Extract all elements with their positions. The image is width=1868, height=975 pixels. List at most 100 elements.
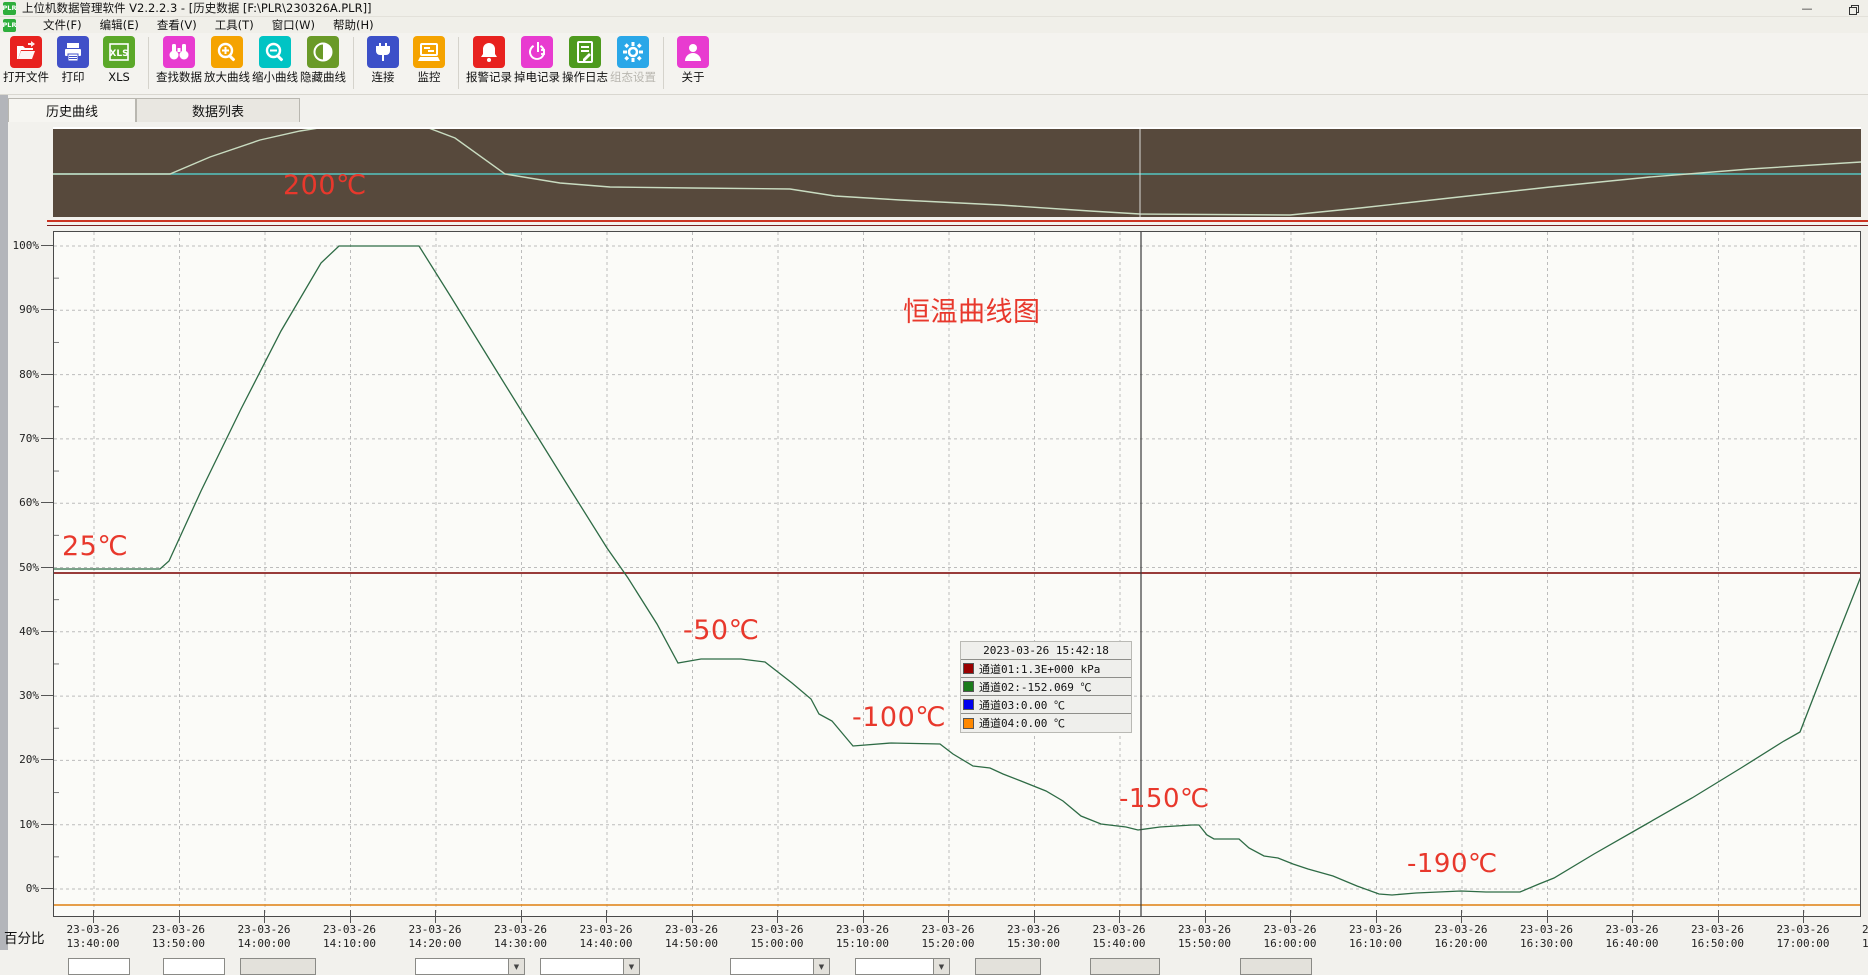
- y-tick-mark: [41, 309, 53, 310]
- toolbar-separator: [458, 37, 459, 89]
- channel-value-text: 通道04:0.00 ℃: [979, 715, 1065, 731]
- x-tick-label: 23-03-2614:30:00: [478, 923, 564, 951]
- left-border-strip: [0, 95, 8, 975]
- bottom-widget-button-9[interactable]: [1240, 958, 1312, 975]
- x-tick-label: 23-03-2615:00:00: [734, 923, 820, 951]
- chart-annotation-0: 200℃: [283, 170, 367, 201]
- printer-icon: [57, 36, 89, 68]
- x-tick-mark: [1718, 910, 1719, 923]
- x-tick-label: 23-03-2615:50:00: [1162, 923, 1248, 951]
- zoom-out-icon: [259, 36, 291, 68]
- tooltip-channel-row: 通道01:1.3E+000 kPa: [961, 660, 1131, 678]
- bottom-widget-combo-3[interactable]: ▼: [415, 958, 525, 975]
- x-tick-mark: [1547, 910, 1548, 923]
- bottom-widget-combo-4[interactable]: ▼: [540, 958, 640, 975]
- menu-item-1[interactable]: 编辑(E): [91, 17, 148, 33]
- y-tick-mark: [41, 245, 53, 246]
- tab-data-list[interactable]: 数据列表: [136, 98, 300, 122]
- x-tick-mark: [1119, 910, 1120, 923]
- find-data-button[interactable]: 查找数据: [155, 36, 203, 84]
- monitor-button[interactable]: 监控: [406, 36, 452, 84]
- power-loss-records-button[interactable]: 掉电记录: [513, 36, 561, 84]
- separator-line-darkred: [47, 225, 1868, 226]
- open-file-button[interactable]: 打开文件: [2, 36, 50, 84]
- x-tick-mark: [1803, 910, 1804, 923]
- application-window: PLR 上位机数据管理软件 V2.2.2.3 - [历史数据 [F:\PLR\2…: [0, 0, 1868, 975]
- minimize-button[interactable]: —: [1798, 2, 1816, 16]
- curve-plot-area[interactable]: [53, 231, 1861, 917]
- y-tick-label: 40%: [1, 625, 39, 638]
- x-tick-label: 23-03-2614:50:00: [649, 923, 735, 951]
- x-tick-mark: [777, 910, 778, 923]
- y-tick-mark: [41, 567, 53, 568]
- config-settings-button[interactable]: 组态设置: [609, 36, 657, 84]
- bottom-widget-input-1[interactable]: [163, 958, 225, 975]
- toolbar-separator: [663, 37, 664, 89]
- x-tick-mark: [863, 910, 864, 923]
- hide-curve-button[interactable]: 隐藏曲线: [299, 36, 347, 84]
- monitor-icon: [413, 36, 445, 68]
- bottom-widget-button-7[interactable]: [975, 958, 1041, 975]
- zoom-in-icon: [211, 36, 243, 68]
- restore-button[interactable]: [1844, 2, 1862, 16]
- chart-annotation-3: -100℃: [852, 702, 946, 733]
- tooltip-channel-row: 通道04:0.00 ℃: [961, 714, 1131, 732]
- y-tick-mark: [41, 438, 53, 439]
- separator-line-red: [47, 220, 1868, 222]
- x-tick-mark: [606, 910, 607, 923]
- alarm-records-button[interactable]: 报警记录: [465, 36, 513, 84]
- x-tick-mark: [1632, 910, 1633, 923]
- x-tick-mark: [179, 910, 180, 923]
- x-tick-label: 23-03-2616:40:00: [1589, 923, 1675, 951]
- restore-icon: [1849, 5, 1857, 13]
- svg-text:XLS: XLS: [109, 49, 128, 59]
- x-tick-mark: [264, 910, 265, 923]
- xls-export-button[interactable]: XLSXLS: [96, 36, 142, 84]
- x-tick-label: 23-03-2616:10:00: [1333, 923, 1419, 951]
- x-tick-label: 23-03-2614:00:00: [221, 923, 307, 951]
- document-icon[interactable]: PLR: [3, 19, 16, 32]
- open-file-button-label: 打开文件: [3, 71, 49, 84]
- y-tick-mark: [41, 695, 53, 696]
- bell-icon: [473, 36, 505, 68]
- x-tick-label: 23-03-2616:30:00: [1504, 923, 1590, 951]
- find-data-button-label: 查找数据: [156, 71, 202, 84]
- x-tick-label: 23-03-2614:10:00: [307, 923, 393, 951]
- menu-bar: PLR 文件(F)编辑(E)查看(V)工具(T)窗口(W)帮助(H): [0, 17, 1868, 33]
- connect-button[interactable]: 连接: [360, 36, 406, 84]
- x-tick-label: 23-03-2615:20:00: [905, 923, 991, 951]
- tooltip-channel-row: 通道02:-152.069 ℃: [961, 678, 1131, 696]
- x-tick-mark: [948, 910, 949, 923]
- bottom-widget-combo-6[interactable]: ▼: [855, 958, 950, 975]
- y-tick-label: 60%: [1, 496, 39, 509]
- dropdown-arrow-icon: ▼: [813, 959, 829, 974]
- bottom-widget-combo-5[interactable]: ▼: [730, 958, 830, 975]
- print-button[interactable]: 打印: [50, 36, 96, 84]
- x-tick-label: 23-03-2617:00:00: [1760, 923, 1846, 951]
- menu-item-5[interactable]: 帮助(H): [324, 17, 383, 33]
- zoom-in-curve-button-label: 放大曲线: [204, 71, 250, 84]
- about-button[interactable]: 关于: [670, 36, 716, 84]
- bottom-widget-button-8[interactable]: [1090, 958, 1160, 975]
- menu-item-4[interactable]: 窗口(W): [263, 17, 324, 33]
- dropdown-arrow-icon: ▼: [933, 959, 949, 974]
- tab-history-curve[interactable]: 历史曲线: [8, 98, 136, 122]
- menu-item-2[interactable]: 查看(V): [148, 17, 206, 33]
- monitor-button-label: 监控: [418, 71, 441, 84]
- x-tick-label: 23-03-2614:40:00: [563, 923, 649, 951]
- channel-value-text: 通道03:0.00 ℃: [979, 697, 1065, 713]
- dropdown-arrow-icon: ▼: [623, 959, 639, 974]
- menu-item-3[interactable]: 工具(T): [206, 17, 263, 33]
- bottom-widget-input-0[interactable]: [68, 958, 130, 975]
- toolbar-separator: [148, 37, 149, 89]
- zoom-out-curve-button[interactable]: 缩小曲线: [251, 36, 299, 84]
- operation-log-button[interactable]: 操作日志: [561, 36, 609, 84]
- bottom-widget-button-2[interactable]: [240, 958, 316, 975]
- half-circle-icon: [307, 36, 339, 68]
- zoom-in-curve-button[interactable]: 放大曲线: [203, 36, 251, 84]
- chart-annotation-4: -150℃: [1119, 784, 1210, 814]
- serial-plug-icon: [367, 36, 399, 68]
- x-tick-mark: [93, 910, 94, 923]
- menu-item-0[interactable]: 文件(F): [34, 17, 91, 33]
- channel-color-swatch: [963, 663, 974, 674]
